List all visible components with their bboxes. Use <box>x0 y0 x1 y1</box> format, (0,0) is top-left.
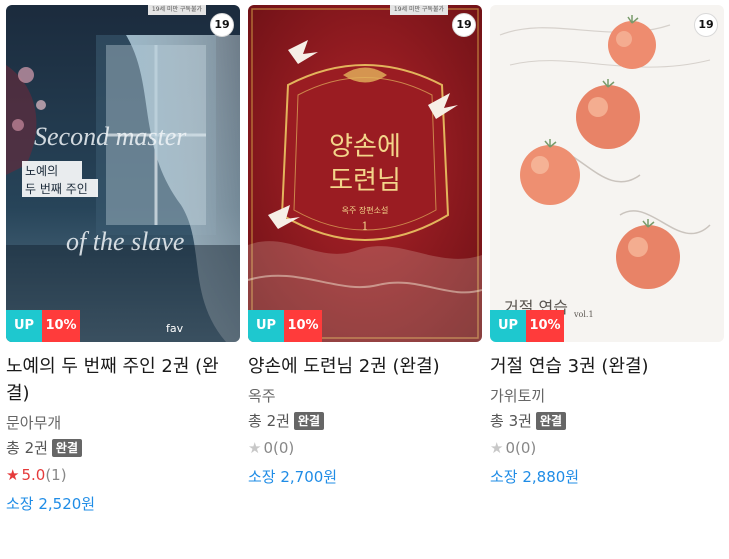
svg-text:Second master: Second master <box>34 122 187 151</box>
svg-text:양손에: 양손에 <box>329 132 401 162</box>
status-badge: 완결 <box>535 412 567 430</box>
book-author[interactable]: 옥주 <box>248 386 482 406</box>
rating-count: (0) <box>515 439 537 457</box>
rating: ★ 5.0 (1) <box>6 465 240 485</box>
discount-badge: 10% <box>284 310 322 342</box>
svg-text:vol.1: vol.1 <box>573 310 594 319</box>
book-card[interactable]: 양손에 도련님 옥주 장편소설 1 19세 미만 구독불가 19 UP 10% … <box>248 5 482 487</box>
book-author[interactable]: 문아무개 <box>6 413 240 433</box>
book-cover[interactable]: 거절 연습 vol.1 19 UP 10% <box>490 5 724 342</box>
book-price[interactable]: 소장 2,880원 <box>490 467 724 487</box>
volume-info: 총 3권 완결 <box>490 410 724 432</box>
star-icon: ★ <box>6 466 20 484</box>
promo-badge: UP 10% <box>490 310 564 342</box>
discount-badge: 10% <box>526 310 564 342</box>
book-price[interactable]: 소장 2,700원 <box>248 467 482 487</box>
promo-badge: UP 10% <box>248 310 322 342</box>
svg-text:1: 1 <box>362 220 369 233</box>
age-badge: 19 <box>452 13 476 37</box>
status-badge: 완결 <box>51 439 83 457</box>
book-card[interactable]: Second master of the slave 노예의 두 번째 주인 f… <box>6 5 240 514</box>
discount-badge: 10% <box>42 310 80 342</box>
volume-info: 총 2권 완결 <box>6 437 240 459</box>
book-title[interactable]: 거절 연습 3권 (완결) <box>490 353 724 380</box>
promo-badge: UP 10% <box>6 310 80 342</box>
status-badge: 완결 <box>293 412 325 430</box>
rating: ★ 0 (0) <box>248 438 482 458</box>
svg-text:노예의: 노예의 <box>25 164 58 178</box>
svg-text:옥주 장편소설: 옥주 장편소설 <box>342 205 389 215</box>
book-title[interactable]: 노예의 두 번째 주인 2권 (완결) <box>6 353 240 407</box>
book-title[interactable]: 양손에 도련님 2권 (완결) <box>248 353 482 380</box>
book-card[interactable]: 거절 연습 vol.1 19 UP 10% 거절 연습 3권 (완결) 가위토끼… <box>490 5 724 487</box>
star-icon: ★ <box>248 439 262 457</box>
rating-score: 0 <box>505 439 515 457</box>
cover-art: 거절 연습 vol.1 <box>490 5 724 342</box>
svg-text:도련님: 도련님 <box>329 166 401 196</box>
up-badge: UP <box>248 310 284 342</box>
age-restriction-label: 19세 미만 구독불가 <box>389 5 448 15</box>
volume-count: 총 2권 <box>248 412 290 430</box>
age-badge: 19 <box>210 13 234 37</box>
volume-count: 총 2권 <box>6 439 48 457</box>
book-author[interactable]: 가위토끼 <box>490 386 724 406</box>
svg-text:of the slave: of the slave <box>66 227 184 256</box>
rating-score: 0 <box>263 439 273 457</box>
volume-count: 총 3권 <box>490 412 532 430</box>
age-restriction-label: 19세 미만 구독불가 <box>147 5 206 15</box>
book-cover[interactable]: Second master of the slave 노예의 두 번째 주인 f… <box>6 5 240 342</box>
svg-text:fav: fav <box>166 322 184 335</box>
up-badge: UP <box>490 310 526 342</box>
cover-art: 양손에 도련님 옥주 장편소설 1 <box>248 5 482 342</box>
rating-count: (0) <box>273 439 295 457</box>
rating-score: 5.0 <box>21 466 46 484</box>
up-badge: UP <box>6 310 42 342</box>
rating-count: (1) <box>45 466 67 484</box>
star-icon: ★ <box>490 439 504 457</box>
cover-art: Second master of the slave 노예의 두 번째 주인 f… <box>6 5 240 342</box>
book-price[interactable]: 소장 2,520원 <box>6 494 240 514</box>
age-badge: 19 <box>694 13 718 37</box>
book-grid: Second master of the slave 노예의 두 번째 주인 f… <box>0 0 729 559</box>
rating: ★ 0 (0) <box>490 438 724 458</box>
svg-text:두 번째 주인: 두 번째 주인 <box>25 182 88 196</box>
volume-info: 총 2권 완결 <box>248 410 482 432</box>
book-cover[interactable]: 양손에 도련님 옥주 장편소설 1 19세 미만 구독불가 19 UP 10% <box>248 5 482 342</box>
